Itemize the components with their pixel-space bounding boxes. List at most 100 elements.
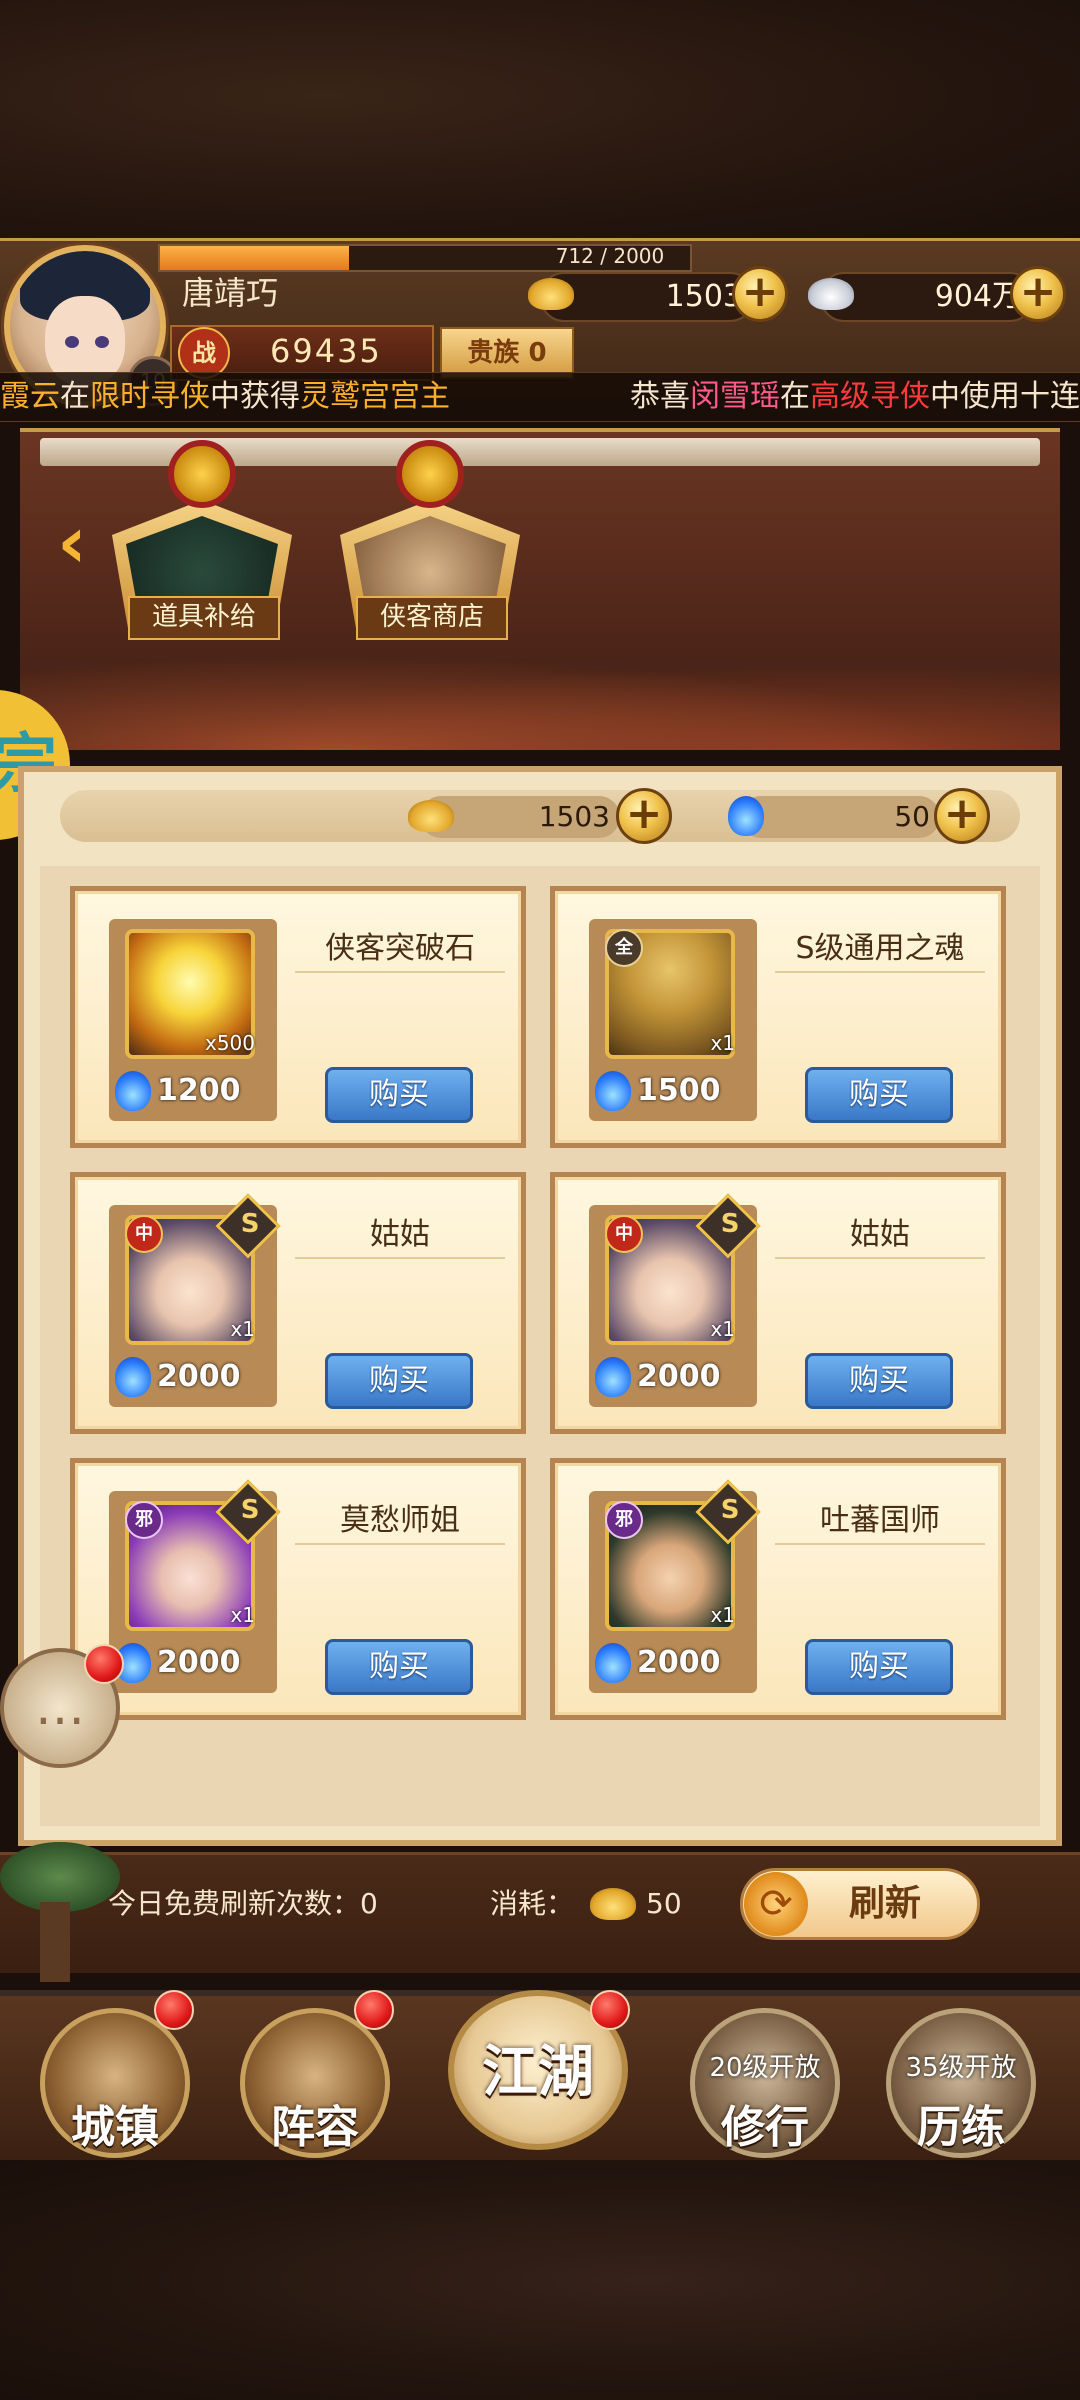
back-arrow-icon[interactable]: ‹ [44, 500, 100, 584]
knot-icon [396, 440, 464, 508]
combat-power-value: 69435 [270, 332, 382, 370]
faction-badge: 全 [605, 929, 643, 967]
buy-button[interactable]: 购买 [325, 1067, 473, 1123]
xp-bar-fill [160, 246, 349, 270]
item-title: 姑姑 [295, 1213, 505, 1259]
item-title: S级通用之魂 [775, 927, 985, 973]
item-qty: x1 [710, 1317, 735, 1341]
ticker-b-name: 闵雪瑶 [690, 379, 780, 414]
ticker-b-event: 高级寻侠 [810, 379, 930, 414]
tab-hero-shop[interactable]: 侠客商店 [340, 440, 520, 640]
faction-badge: 邪 [605, 1501, 643, 1539]
shop-card: 邪 S x1 2000 吐蕃国师 购买 [550, 1458, 1006, 1720]
refresh-button-label: 刷新 [848, 1883, 921, 1924]
item-qty: x1 [230, 1317, 255, 1341]
nav-town-label: 城镇 [71, 2102, 159, 2153]
blue-spirit-icon [115, 1357, 151, 1397]
nav-lineup-label: 阵容 [271, 2102, 359, 2153]
ticker-a-event: 限时寻侠 [90, 379, 210, 414]
blue-spirit-icon [595, 1357, 631, 1397]
gold-ingot-icon [528, 278, 574, 310]
ticker-a-name: 霞云 [0, 379, 60, 414]
shop-card: 中 S x1 2000 姑姑 购买 [550, 1172, 1006, 1434]
gold-ingot-icon [590, 1888, 636, 1920]
add-gold-button[interactable]: + [732, 266, 788, 322]
item-title: 吐蕃国师 [775, 1499, 985, 1545]
nav-train[interactable]: 35级开放 历练 [886, 2008, 1036, 2158]
wallet-spirit-pill: 50 [740, 796, 940, 838]
tab-label: 道具补给 [128, 596, 280, 640]
bonsai-decoration [0, 1842, 120, 1992]
announcement-ticker: 霞云在限时寻侠中获得灵鹫宫宫主恭喜闵雪瑶在高级寻侠中使用十连抽 [0, 372, 1080, 422]
add-gold-button[interactable]: + [616, 788, 672, 844]
knot-icon [168, 440, 236, 508]
ticker-a-mid2: 中获得 [210, 379, 300, 414]
consume-value: 50 [646, 1887, 682, 1920]
nav-town[interactable]: 城镇 [40, 2008, 190, 2158]
item-title: 莫愁师姐 [295, 1499, 505, 1545]
wallet-gold-value: 1503 [538, 800, 610, 833]
faction-badge: 邪 [125, 1501, 163, 1539]
item-qty: x1 [710, 1603, 735, 1627]
gold-value: 1503 [665, 279, 742, 314]
rank-label: S [720, 1208, 740, 1239]
ticker-b-tail: 中使用十连抽 [930, 379, 1080, 414]
buy-button[interactable]: 购买 [805, 1067, 953, 1123]
consume-label: 消耗： [490, 1887, 575, 1920]
gold-ingot-icon [408, 800, 454, 832]
bottom-backdrop [0, 2160, 1080, 2400]
nav-train-label: 历练 [917, 2102, 1005, 2153]
item-title: 侠客突破石 [295, 927, 505, 973]
add-silver-button[interactable]: + [1010, 266, 1066, 322]
item-title: 姑姑 [775, 1213, 985, 1259]
blue-spirit-icon [115, 1071, 151, 1111]
shop-card: 邪 S x1 2000 莫愁师姐 购买 [70, 1458, 526, 1720]
item-qty: x1 [710, 1031, 735, 1055]
faction-badge: 中 [605, 1215, 643, 1253]
notification-dot [154, 1990, 194, 2030]
blue-spirit-icon [728, 796, 764, 836]
free-refresh-count: 今日免费刷新次数：0 [108, 1887, 378, 1920]
item-price: 2000 [637, 1359, 721, 1394]
item-qty: x500 [204, 1031, 255, 1055]
item-price: 2000 [637, 1645, 721, 1680]
refresh-icon: ⟳ [744, 1872, 808, 1936]
ticker-a-mid: 在 [60, 379, 90, 414]
rank-label: S [240, 1494, 260, 1525]
buy-button[interactable]: 购买 [325, 1353, 473, 1409]
notification-dot [354, 1990, 394, 2030]
silver-value: 904万 [934, 279, 1022, 314]
item-price: 1500 [637, 1073, 721, 1108]
tab-item-supply[interactable]: 道具补给 [112, 440, 292, 640]
avatar-eye-right [95, 336, 109, 348]
shop-card: 中 S x1 2000 姑姑 购买 [70, 1172, 526, 1434]
shop-card: 全 x1 1500 S级通用之魂 购买 [550, 886, 1006, 1148]
item-price: 2000 [157, 1359, 241, 1394]
shop-card: x500 1200 侠客突破石 购买 [70, 886, 526, 1148]
rank-label: S [720, 1494, 740, 1525]
nav-train-lock: 35级开放 [905, 2053, 1017, 2083]
add-spirit-button[interactable]: + [934, 788, 990, 844]
top-backdrop [0, 0, 1080, 240]
item-price: 1200 [157, 1073, 241, 1108]
bonsai-trunk [40, 1902, 70, 1982]
xp-text: 712 / 2000 [555, 244, 665, 268]
nav-jianghu-label: 江湖 [482, 2040, 594, 2105]
avatar-eye-left [65, 336, 79, 348]
nav-practice-label: 修行 [721, 2102, 809, 2153]
ticker-a-item: 灵鹫宫宫主 [300, 379, 450, 414]
faction-badge: 中 [125, 1215, 163, 1253]
buy-button[interactable]: 购买 [805, 1639, 953, 1695]
nav-practice[interactable]: 20级开放 修行 [690, 2008, 840, 2158]
item-price: 2000 [157, 1645, 241, 1680]
tab-label: 侠客商店 [356, 596, 508, 640]
notification-dot [590, 1990, 630, 2030]
blue-spirit-icon [595, 1643, 631, 1683]
nav-lineup[interactable]: 阵容 [240, 2008, 390, 2158]
buy-button[interactable]: 购买 [805, 1353, 953, 1409]
blue-spirit-icon [595, 1071, 631, 1111]
nav-practice-lock: 20级开放 [709, 2053, 821, 2083]
ticker-b-mid: 在 [780, 379, 810, 414]
rank-label: S [240, 1208, 260, 1239]
buy-button[interactable]: 购买 [325, 1639, 473, 1695]
